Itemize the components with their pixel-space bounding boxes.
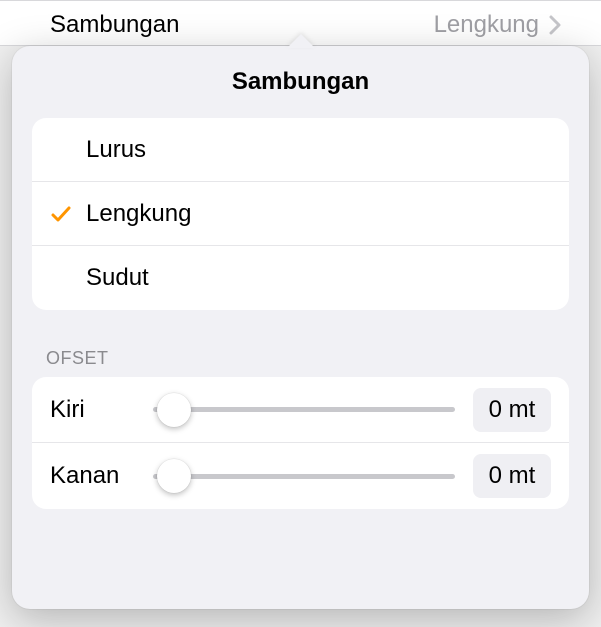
connection-value: Lengkung <box>434 11 539 39</box>
offset-right-label: Kanan <box>50 462 135 490</box>
slider-track <box>153 474 455 479</box>
offset-header: OFSET <box>46 348 565 369</box>
option-sudut[interactable]: Sudut <box>32 246 569 310</box>
offset-right-value[interactable]: 0 mt <box>473 454 551 498</box>
option-label: Lurus <box>80 136 146 164</box>
offset-left-label: Kiri <box>50 396 135 424</box>
option-lengkung[interactable]: Lengkung <box>32 182 569 246</box>
connection-value-wrap: Lengkung <box>434 11 561 39</box>
popover-arrow <box>287 34 315 48</box>
option-lurus[interactable]: Lurus <box>32 118 569 182</box>
offset-list: Kiri 0 mt Kanan 0 mt <box>32 377 569 509</box>
slider-track <box>153 407 455 412</box>
offset-left-row: Kiri 0 mt <box>32 377 569 443</box>
slider-thumb[interactable] <box>157 459 191 493</box>
connection-popover: Sambungan Lurus Lengkung Sudut OFSET Kir… <box>12 46 589 609</box>
chevron-right-icon <box>549 15 561 35</box>
option-label: Lengkung <box>80 200 191 228</box>
offset-right-slider[interactable] <box>153 459 455 493</box>
connection-label: Sambungan <box>50 11 179 39</box>
offset-right-row: Kanan 0 mt <box>32 443 569 509</box>
checkmark-slot <box>50 203 80 225</box>
option-label: Sudut <box>80 264 149 292</box>
connection-type-list: Lurus Lengkung Sudut <box>32 118 569 310</box>
offset-left-value[interactable]: 0 mt <box>473 388 551 432</box>
offset-left-slider[interactable] <box>153 393 455 427</box>
popover-title: Sambungan <box>32 68 569 96</box>
slider-thumb[interactable] <box>157 393 191 427</box>
checkmark-icon <box>50 203 72 225</box>
